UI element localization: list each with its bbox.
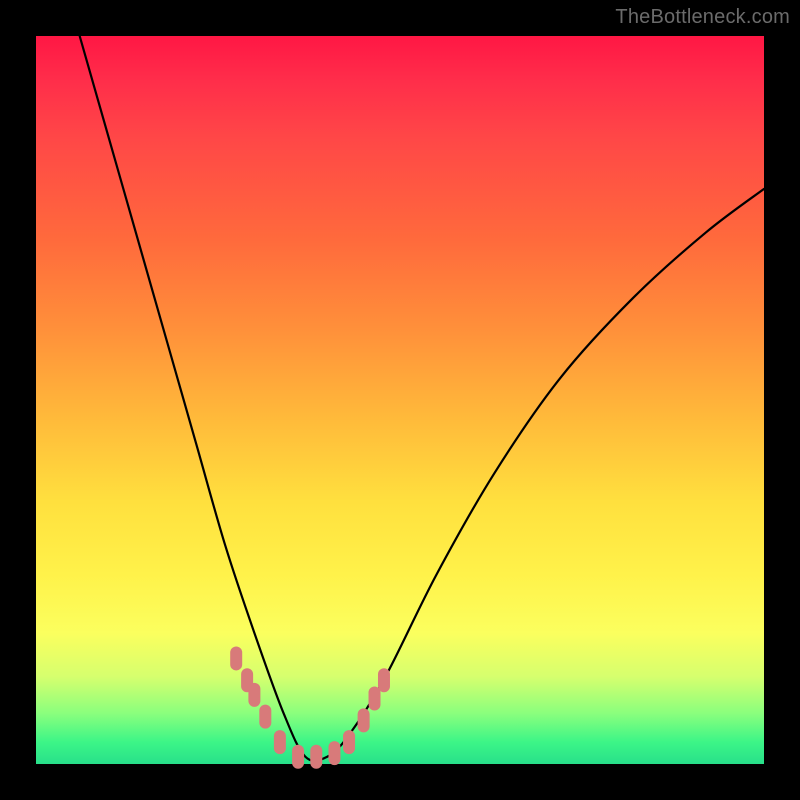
valley-marker: [378, 668, 390, 692]
valley-marker: [328, 741, 340, 765]
valley-marker: [369, 686, 381, 710]
valley-marker: [358, 708, 370, 732]
watermark-text: TheBottleneck.com: [615, 6, 790, 29]
plot-area: [36, 36, 764, 764]
chart-frame: TheBottleneck.com: [0, 0, 800, 800]
valley-marker: [259, 705, 271, 729]
valley-marker: [292, 745, 304, 769]
valley-marker: [274, 730, 286, 754]
valley-marker: [230, 646, 242, 670]
curve-layer: [36, 36, 764, 764]
bottleneck-curve: [80, 36, 764, 761]
valley-markers: [230, 646, 390, 768]
valley-marker: [248, 683, 260, 707]
valley-marker: [343, 730, 355, 754]
valley-marker: [310, 745, 322, 769]
